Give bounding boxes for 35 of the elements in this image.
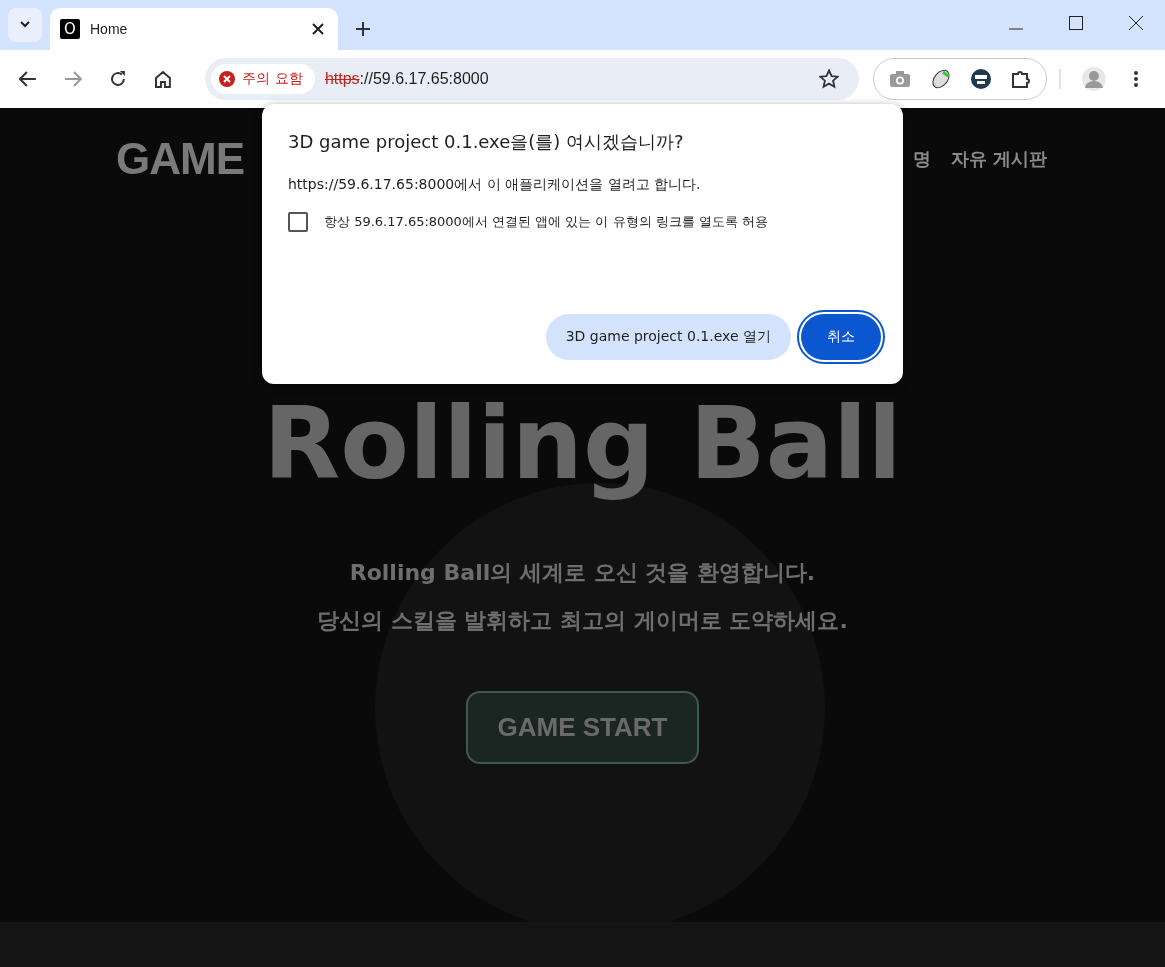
chevron-down-icon (19, 21, 31, 29)
nav-link[interactable]: 명 (912, 147, 931, 171)
close-icon[interactable] (312, 23, 324, 35)
camera-icon[interactable] (888, 70, 911, 88)
dialog-title: 3D game project 0.1.exe을(를) 여시겠습니까? (288, 130, 685, 154)
hero-subtitle: Rolling Ball의 세계로 오신 것을 환영합니다. (349, 559, 816, 587)
dialog-message: https://59.6.17.65:8000에서 이 애플리케이션을 열려고 합니다. (288, 176, 702, 194)
tab-title: Home (90, 21, 129, 37)
error-icon (219, 71, 236, 87)
address-bar[interactable]: 주의 요함 https://59.6.17.65:8000 (205, 58, 859, 100)
security-warning-chip[interactable]: 주의 요함 (211, 64, 315, 94)
keyboard-chat-icon[interactable] (970, 68, 993, 90)
new-tab-icon[interactable] (356, 22, 370, 36)
favicon: O (60, 19, 80, 39)
forward-icon[interactable] (63, 71, 82, 87)
close-icon[interactable] (1129, 16, 1143, 30)
checkbox-label: 항상 59.6.17.65:8000에서 연결된 앱에 있는 이 유형의 링크를 열도록 허용 (324, 213, 768, 231)
url-text: https://59.6.17.65:8000 (324, 70, 490, 88)
browser-tab[interactable]: O Home (50, 8, 338, 50)
home-icon[interactable] (153, 70, 172, 88)
hero-subtitle: 당신의 스킬을 발휘하고 최고의 게이머로 도약하세요. (317, 607, 848, 635)
menu-icon[interactable] (1134, 71, 1138, 87)
hero-title: Rolling Ball (263, 389, 902, 499)
maximize-icon[interactable] (1069, 16, 1083, 30)
reload-icon[interactable] (108, 70, 127, 88)
checkbox[interactable] (288, 212, 308, 232)
star-icon[interactable] (818, 69, 839, 89)
site-logo[interactable]: GAME (116, 134, 244, 184)
mouse-icon[interactable] (929, 68, 952, 90)
nav-link[interactable]: 자유 게시판 (950, 147, 1047, 171)
back-icon[interactable] (19, 71, 37, 87)
puzzle-icon[interactable] (1010, 69, 1031, 89)
tab-list-button[interactable] (8, 8, 42, 42)
open-app-button[interactable]: 3D game project 0.1.exe 열기 (545, 314, 791, 360)
profile-avatar-icon[interactable] (1081, 66, 1108, 92)
